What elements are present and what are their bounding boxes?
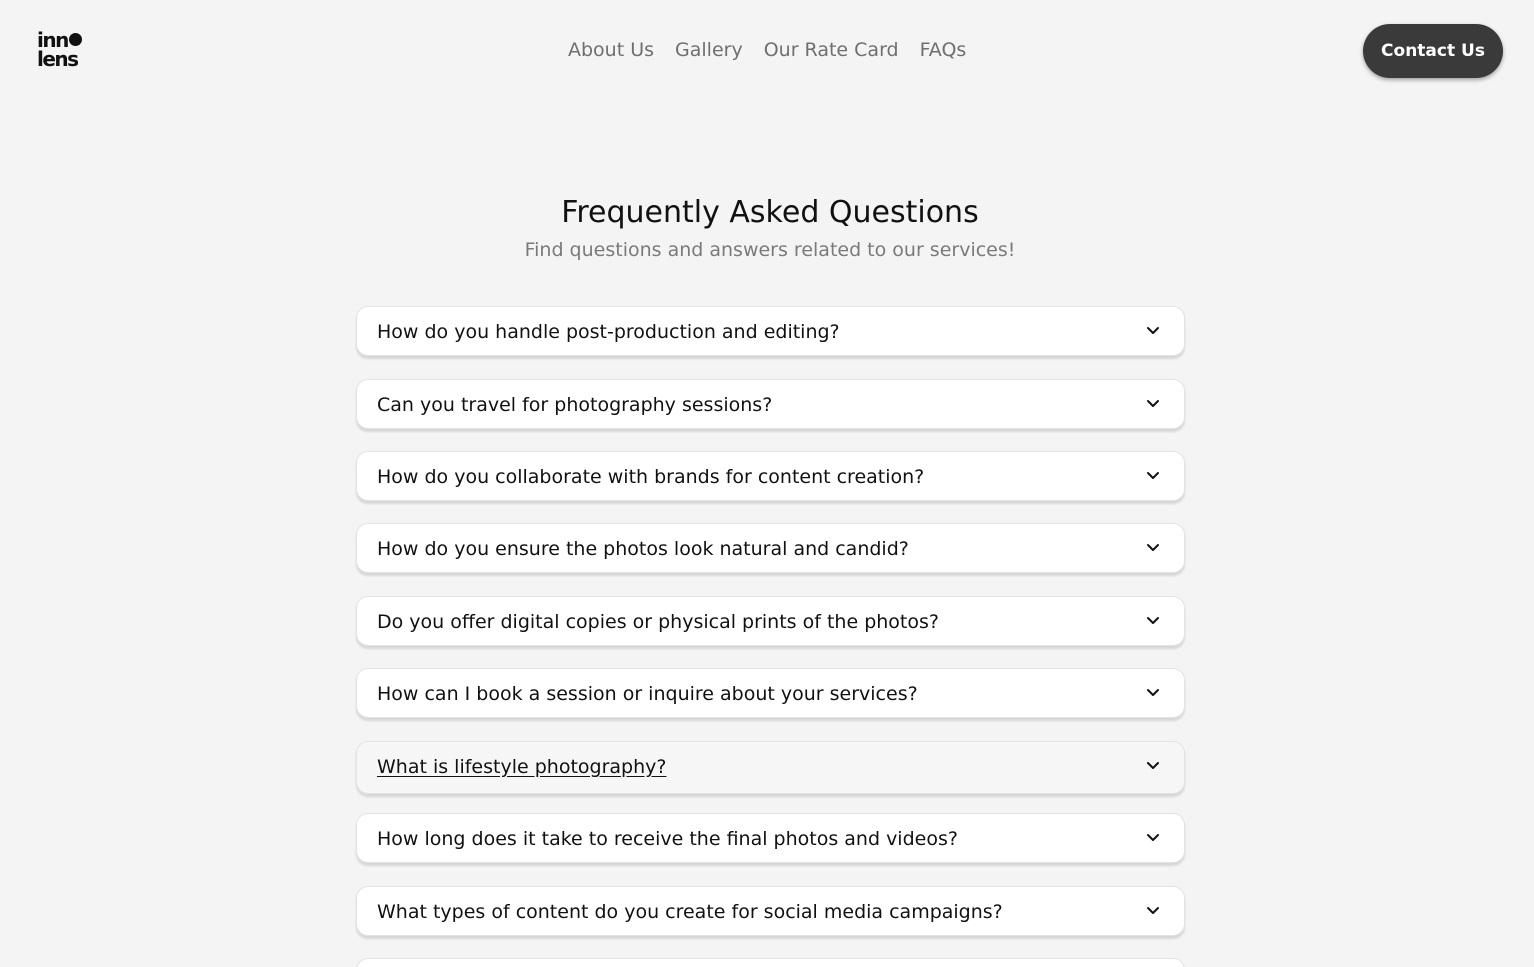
faq-question: Can you travel for photography sessions? (377, 394, 773, 416)
chevron-down-icon (1147, 400, 1159, 407)
chevron-down-icon (1147, 907, 1159, 914)
site-header: inn lens About Us Gallery Our Rate Card … (0, 0, 1534, 100)
innolens-logo[interactable]: inn lens (37, 30, 93, 73)
faq-question: What types of content do you create for … (377, 901, 1003, 923)
faq-question: How long does it take to receive the fin… (377, 828, 958, 850)
faq-item-post-production[interactable]: How do you handle post-production and ed… (356, 306, 1185, 356)
faq-item-lifestyle-photography[interactable]: What is lifestyle photography? (356, 741, 1185, 794)
main-nav: About Us Gallery Our Rate Card FAQs (568, 36, 966, 64)
contact-us-button[interactable]: Contact Us (1363, 24, 1503, 78)
nav-about-us[interactable]: About Us (568, 36, 654, 64)
faq-item-natural-photos[interactable]: How do you ensure the photos look natura… (356, 523, 1185, 573)
faq-item-social-media[interactable]: What types of content do you create for … (356, 886, 1185, 936)
faq-question: How do you collaborate with brands for c… (377, 466, 925, 488)
page-title: Frequently Asked Questions (561, 195, 979, 230)
faq-item-brand-collaboration[interactable]: How do you collaborate with brands for c… (356, 451, 1185, 501)
chevron-down-icon (1147, 472, 1159, 479)
faq-item-travel[interactable]: Can you travel for photography sessions? (356, 379, 1185, 429)
nav-gallery[interactable]: Gallery (675, 36, 743, 64)
faq-item-delivery-time[interactable]: How long does it take to receive the fin… (356, 813, 1185, 863)
chevron-down-icon (1147, 689, 1159, 696)
chevron-down-icon (1147, 834, 1159, 841)
page: inn lens About Us Gallery Our Rate Card … (0, 0, 1534, 967)
page-subtitle: Find questions and answers related to ou… (524, 239, 1016, 261)
chevron-down-icon (1147, 762, 1159, 769)
faq-item-partial[interactable] (356, 958, 1185, 967)
nav-faqs[interactable]: FAQs (920, 36, 967, 64)
chevron-down-icon (1147, 327, 1159, 334)
faq-item-digital-prints[interactable]: Do you offer digital copies or physical … (356, 596, 1185, 646)
faq-question: Do you offer digital copies or physical … (377, 611, 939, 633)
logo-dot-icon (68, 33, 82, 46)
nav-rate-card[interactable]: Our Rate Card (764, 36, 899, 64)
chevron-down-icon (1147, 544, 1159, 551)
faq-question: How can I book a session or inquire abou… (377, 683, 918, 705)
logo-line-2: lens (37, 47, 79, 71)
faq-item-booking[interactable]: How can I book a session or inquire abou… (356, 668, 1185, 718)
chevron-down-icon (1147, 617, 1159, 624)
faq-question: How do you handle post-production and ed… (377, 321, 840, 343)
faq-question: What is lifestyle photography? (377, 756, 667, 778)
faq-question: How do you ensure the photos look natura… (377, 538, 909, 560)
